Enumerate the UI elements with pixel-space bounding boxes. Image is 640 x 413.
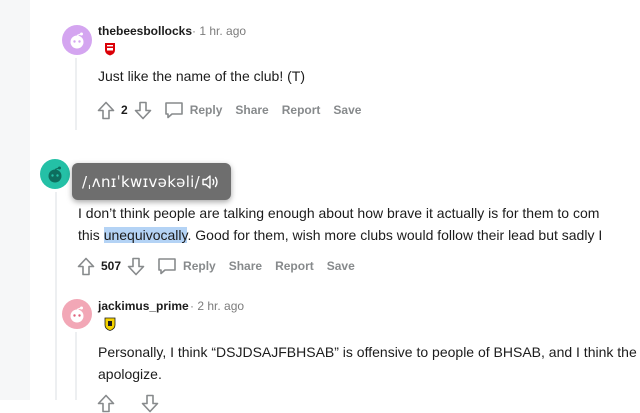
save-button[interactable]: Save	[327, 259, 355, 273]
snoo-avatar-icon	[70, 32, 84, 49]
avatar[interactable]	[40, 159, 70, 189]
upvote-icon[interactable]	[77, 257, 95, 276]
reply-label: Reply	[189, 103, 223, 117]
comment-text-line: apologize.	[98, 366, 162, 382]
snoo-avatar-icon	[70, 306, 84, 323]
pronunciation-tooltip: /ˌʌnɪˈkwɪvəkəli/	[72, 163, 231, 200]
yellow-crest-icon	[104, 317, 116, 331]
comment-text-line: I don’t think people are talking enough …	[78, 205, 600, 221]
comment-timestamp[interactable]: · 2 hr. ago	[190, 299, 244, 313]
pronunciation-text: /ˌʌnɪˈkwɪvəkəli/	[82, 172, 200, 191]
comment-body: I don’t think people are talking enough …	[78, 202, 602, 246]
downvote-icon[interactable]	[134, 101, 152, 120]
comment-text-line: Personally, I think “DSJDSAJFBHSAB” is o…	[98, 344, 637, 360]
comment-actions: 507 Reply Share Report Save	[77, 256, 355, 276]
comment-bubble-icon	[158, 258, 176, 275]
thread-line[interactable]	[75, 332, 77, 400]
upvote-icon[interactable]	[97, 394, 115, 413]
vote-count: 507	[101, 259, 122, 273]
avatar[interactable]	[62, 299, 92, 329]
user-flair	[103, 42, 117, 56]
avatar[interactable]	[62, 25, 92, 55]
left-gutter	[0, 0, 30, 400]
comment-actions-partial	[97, 393, 159, 413]
user-flair	[103, 317, 117, 331]
save-button[interactable]: Save	[333, 103, 361, 117]
share-button[interactable]: Share	[229, 259, 262, 273]
reply-button[interactable]: Reply	[157, 257, 216, 275]
report-button[interactable]: Report	[282, 103, 321, 117]
comment-body: Personally, I think “DSJDSAJFBHSAB” is o…	[98, 341, 637, 385]
comment-timestamp[interactable]: · 1 hr. ago	[192, 24, 246, 38]
comment-username[interactable]: jackimus_prime	[98, 299, 189, 313]
reply-button[interactable]: Reply	[164, 101, 223, 119]
downvote-icon[interactable]	[127, 257, 145, 276]
selected-word: unequivocally	[103, 227, 188, 243]
comment-bubble-icon	[164, 102, 183, 119]
snoo-avatar-icon	[48, 166, 62, 183]
thread-line[interactable]	[75, 58, 77, 130]
arsenal-crest-icon	[105, 43, 115, 56]
downvote-icon[interactable]	[141, 394, 159, 413]
report-button[interactable]: Report	[275, 259, 314, 273]
comment-username[interactable]: thebeesbollocks	[98, 24, 192, 38]
thread-line[interactable]	[55, 192, 57, 400]
comment-text-line: Just like the name of the club! (T)	[98, 68, 305, 84]
speaker-icon[interactable]	[201, 174, 221, 190]
comment-body: Just like the name of the club! (T)	[98, 65, 305, 87]
share-button[interactable]: Share	[235, 103, 268, 117]
upvote-icon[interactable]	[97, 101, 115, 120]
text-fragment: . Good for them, wish more clubs would f…	[187, 227, 603, 243]
comment-actions: 2 Reply Share Report Save	[97, 100, 361, 120]
comment-text-line: this unequivocally. Good for them, wish …	[78, 224, 602, 246]
vote-count: 2	[121, 103, 128, 117]
reply-label: Reply	[183, 259, 216, 273]
text-fragment: this	[78, 227, 104, 243]
